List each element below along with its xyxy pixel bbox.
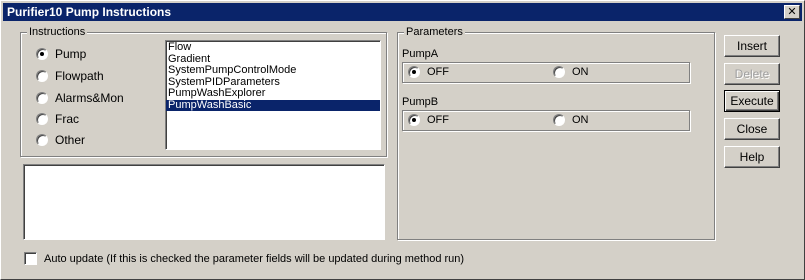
radio-pump[interactable]: Pump xyxy=(36,47,86,61)
radio-other[interactable]: Other xyxy=(36,133,85,147)
pump-b-off-dot[interactable] xyxy=(408,114,420,126)
radio-frac[interactable]: Frac xyxy=(36,112,79,126)
list-item[interactable]: PumpWashExplorer xyxy=(166,87,380,100)
auto-update-label: Auto update (If this is checked the para… xyxy=(44,252,465,265)
instruction-listbox[interactable]: Flow Gradient SystemPumpControlMode Syst… xyxy=(165,40,381,150)
pump-b-off-label: OFF xyxy=(427,114,449,126)
pump-b-on-radio[interactable]: ON xyxy=(553,114,589,126)
close-button[interactable]: Close xyxy=(724,118,780,140)
help-button[interactable]: Help xyxy=(724,146,780,168)
radio-other-label: Other xyxy=(55,133,86,147)
pump-a-off-radio[interactable]: OFF xyxy=(408,66,449,78)
pump-b-off-radio[interactable]: OFF xyxy=(408,114,449,126)
instructions-group-title: Instructions xyxy=(27,25,88,39)
parameters-group-title: Parameters xyxy=(404,25,465,39)
auto-update-checkbox[interactable] xyxy=(24,252,37,265)
delete-button[interactable]: Delete xyxy=(724,63,780,85)
execute-button[interactable]: Execute xyxy=(724,90,780,112)
radio-flowpath[interactable]: Flowpath xyxy=(36,69,104,83)
dialog-window: Purifier10 Pump Instructions ✕ Instructi… xyxy=(0,0,805,280)
radio-other-dot[interactable] xyxy=(36,134,48,146)
pump-a-on-label: ON xyxy=(572,66,589,78)
radio-alarms-mon[interactable]: Alarms&Mon xyxy=(36,91,124,105)
radio-flowpath-dot[interactable] xyxy=(36,70,48,82)
list-item[interactable]: Flow xyxy=(166,41,380,54)
pump-a-off-label: OFF xyxy=(427,66,449,78)
pump-a-on-radio[interactable]: ON xyxy=(553,66,589,78)
pump-a-options: OFF ON xyxy=(402,62,690,83)
list-item[interactable]: SystemPumpControlMode xyxy=(166,64,380,77)
radio-alarms-mon-dot[interactable] xyxy=(36,92,48,104)
pump-b-on-label: ON xyxy=(572,114,589,126)
title-bar[interactable]: Purifier10 Pump Instructions ✕ xyxy=(3,3,802,21)
radio-pump-label: Pump xyxy=(55,47,87,61)
close-icon[interactable]: ✕ xyxy=(784,5,800,19)
pump-a-on-dot[interactable] xyxy=(553,66,565,78)
radio-frac-dot[interactable] xyxy=(36,113,48,125)
pump-a-off-dot[interactable] xyxy=(408,66,420,78)
radio-alarms-mon-label: Alarms&Mon xyxy=(55,91,124,105)
radio-frac-label: Frac xyxy=(55,112,79,126)
instruction-text-area[interactable] xyxy=(23,164,385,240)
radio-pump-dot[interactable] xyxy=(36,48,48,60)
pump-b-on-dot[interactable] xyxy=(553,114,565,126)
pump-b-options: OFF ON xyxy=(402,110,690,131)
window-title: Purifier10 Pump Instructions xyxy=(7,5,172,19)
radio-flowpath-label: Flowpath xyxy=(55,69,104,83)
pump-a-label: PumpA xyxy=(402,48,439,60)
pump-b-label: PumpB xyxy=(402,96,439,108)
list-item-selected[interactable]: PumpWashBasic xyxy=(166,99,380,111)
auto-update-row[interactable]: Auto update (If this is checked the para… xyxy=(24,252,464,265)
insert-button[interactable]: Insert xyxy=(724,35,780,57)
